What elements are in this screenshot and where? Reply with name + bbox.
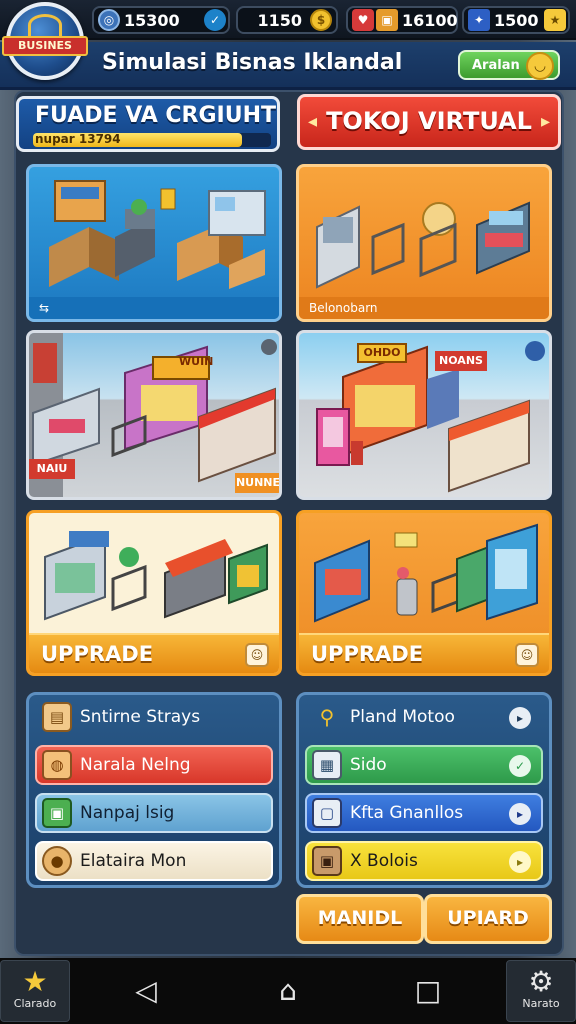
magnifier-icon: ⚲ <box>319 705 335 729</box>
warehouse-footer: ⇆ <box>29 297 279 319</box>
resource-crates-value: 16100 <box>402 10 458 30</box>
list-item-label: Kfta Gnanllos <box>350 803 464 823</box>
upgrade-label-right: UPPRADE <box>311 642 424 666</box>
sign-top: OHDO <box>357 343 407 363</box>
list-item-label: Pland Motoo <box>350 707 455 727</box>
kiosk-illustration <box>44 531 268 621</box>
nav-settings-button[interactable]: ⚙ Narato <box>506 960 576 1022</box>
options-list-panel: ⚲ Pland Motoo ▸ ▦ Sido ✓ ▢ Kfta Gnanllos… <box>296 692 552 888</box>
sign-left: NAIU <box>29 459 75 479</box>
list-item-label: Elataira Mon <box>80 851 187 871</box>
cookie-icon: ● <box>42 846 72 876</box>
back-icon[interactable]: ◁ <box>128 972 164 1008</box>
box-icon: ▤ <box>42 702 72 732</box>
list-item[interactable]: ▢ Kfta Gnanllos ▸ <box>305 793 543 833</box>
bread-icon: ◍ <box>42 750 72 780</box>
globe-icon: ◎ <box>98 9 120 31</box>
star-icon: ★ <box>22 965 48 998</box>
resource-stars[interactable]: ✦ 1500 ★ <box>462 6 570 34</box>
crate-icon: ▣ <box>376 9 398 31</box>
page-title: Simulasi Bisnas Iklandal <box>102 50 403 75</box>
resource-bar: ◎ 15300 ✓ 1150 $ ♥ ▣ 16100 ✦ 1500 ★ <box>0 0 576 40</box>
list-item[interactable]: ▤ Sntirne Strays <box>35 697 273 737</box>
mall-store-card[interactable]: OHDO NOANS <box>296 330 552 500</box>
upgrade-button-left[interactable]: UPPRADE ☺ <box>29 633 279 673</box>
logo-ring <box>28 14 62 36</box>
resource-globe[interactable]: ◎ 15300 ✓ <box>92 6 230 34</box>
supermarket-footer: Belonobarn <box>299 297 549 319</box>
progress-label: nupar 13794 <box>35 132 121 146</box>
upgrade-card-right[interactable]: UPPRADE ☺ <box>296 510 552 676</box>
resource-coins-value: 1150 <box>257 10 302 30</box>
resource-stars-value: 1500 <box>494 10 539 30</box>
action-button-label: Aralan <box>472 57 520 73</box>
freezer-illustration <box>314 523 538 623</box>
list-item[interactable]: ▣ X Bolois ▸ <box>305 841 543 881</box>
nav-left-label: Clarado <box>13 997 57 1010</box>
upgrade-button-right[interactable]: UPPRADE ☺ <box>299 633 549 673</box>
supermarket-card[interactable]: Belonobarn <box>296 164 552 322</box>
chevron-right-icon[interactable]: ▸ <box>509 803 531 825</box>
progress-bar: nupar 13794 <box>33 132 271 147</box>
star-chest-icon: ★ <box>544 9 566 31</box>
chevron-right-icon[interactable]: ▸ <box>509 707 531 729</box>
warehouse-card[interactable]: ⇆ <box>26 164 282 322</box>
resource-crates[interactable]: ♥ ▣ 16100 <box>346 6 458 34</box>
crate-icon: ▣ <box>312 846 342 876</box>
home-icon[interactable]: ⌂ <box>270 972 306 1008</box>
list-item[interactable]: ◍ Narala Nelng <box>35 745 273 785</box>
product-list-panel: ▤ Sntirne Strays ◍ Narala Nelng ▣ Nanpaj… <box>26 692 282 888</box>
list-item-label: Sido <box>350 755 387 775</box>
list-item[interactable]: ▦ Sido ✓ <box>305 745 543 785</box>
screen-icon: ▦ <box>312 750 342 780</box>
virtual-store-header[interactable]: ◂ TOKOJ VIRTUAL ▸ <box>297 94 561 150</box>
list-item-label: Sntirne Strays <box>80 707 201 727</box>
badge-icon: ✦ <box>468 9 490 31</box>
chevron-right-icon[interactable]: ▸ <box>509 851 531 873</box>
store-header-title: FUADE VA CRGIUHT <box>35 103 277 128</box>
list-item[interactable]: ⚲ Pland Motoo ▸ <box>305 697 543 737</box>
sign-right: NUNNE <box>235 473 279 493</box>
smile-badge-icon: ☺ <box>245 643 269 667</box>
sign-top: WUIN <box>179 355 214 368</box>
list-item-label: Narala Nelng <box>80 755 191 775</box>
city-store-card[interactable]: WUIN NAIU NUNNE <box>26 330 282 500</box>
mall-store-illustration <box>316 341 545 493</box>
upgrade-card-left[interactable]: UPPRADE ☺ <box>26 510 282 676</box>
business-logo[interactable]: BUSINES <box>2 2 88 80</box>
list-item-label: X Bolois <box>350 851 418 871</box>
recents-icon[interactable]: □ <box>410 972 446 1008</box>
arrow-right-icon[interactable]: ▸ <box>541 111 550 132</box>
resource-globe-value: 15300 <box>124 10 180 30</box>
action-button[interactable]: Aralan ◡ <box>458 50 560 80</box>
store-header-panel[interactable]: FUADE VA CRGIUHT nupar 13794 <box>16 96 280 152</box>
list-item[interactable]: ● Elataira Mon <box>35 841 273 881</box>
monitor-icon: ▢ <box>312 798 342 828</box>
sign-right: NOANS <box>435 351 487 371</box>
list-item-label: Nanpaj lsig <box>80 803 175 823</box>
logo-ribbon: BUSINES <box>2 36 88 56</box>
virtual-store-title: TOKOJ VIRTUAL <box>326 107 532 135</box>
add-icon[interactable]: ✓ <box>204 9 226 31</box>
resource-coins[interactable]: 1150 $ <box>236 6 338 34</box>
upgrade-button[interactable]: UPIARD <box>424 894 552 944</box>
list-item[interactable]: ▣ Nanpaj lsig <box>35 793 273 833</box>
heart-card-icon: ♥ <box>352 9 374 31</box>
smile-icon: ◡ <box>526 52 554 80</box>
nav-right-label: Narato <box>522 997 560 1010</box>
package-icon: ▣ <box>42 798 72 828</box>
upgrade-label-left: UPPRADE <box>41 642 154 666</box>
smile-badge-icon: ☺ <box>515 643 539 667</box>
manual-button[interactable]: MANIDL <box>296 894 424 944</box>
nav-home-button[interactable]: ★ Clarado <box>0 960 70 1022</box>
navigation-bar: ★ Clarado ◁ ⌂ □ ⚙ Narato <box>0 958 576 1024</box>
check-icon[interactable]: ✓ <box>509 755 531 777</box>
coin-icon: $ <box>310 9 332 31</box>
gear-icon: ⚙ <box>528 965 554 998</box>
